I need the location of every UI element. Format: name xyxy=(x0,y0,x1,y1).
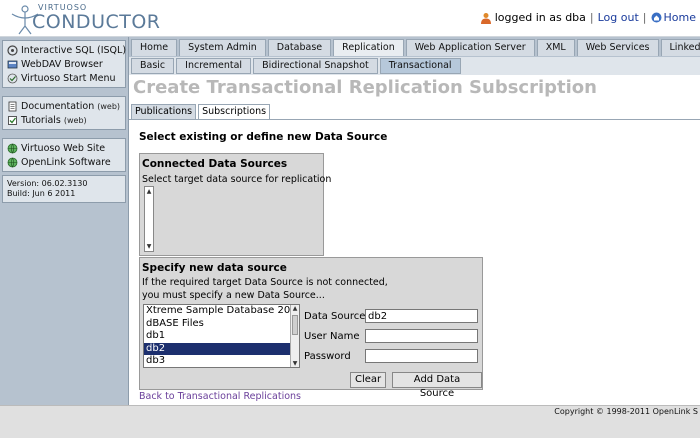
tab-system-admin[interactable]: System Admin xyxy=(179,39,266,56)
isql-icon xyxy=(7,44,18,56)
version-text: Version: 06.02.3130 xyxy=(7,179,88,188)
page-title: Create Transactional Replication Subscri… xyxy=(133,77,597,98)
form-heading: Select existing or define new Data Sourc… xyxy=(139,131,388,143)
sidebar-item-note: (web) xyxy=(63,115,87,125)
header: VIRTUOSO CONDUCTOR logged in as dba | Lo… xyxy=(0,0,700,37)
tab-publications[interactable]: Publications xyxy=(131,104,197,119)
clear-button[interactable]: Clear xyxy=(350,372,387,388)
sidebar: Interactive SQL (ISQL) WebDAV Browser Vi… xyxy=(0,37,129,405)
main-content: Home System Admin Database Replication W… xyxy=(129,37,700,405)
main-tabs: Home System Admin Database Replication W… xyxy=(129,37,700,57)
new-datasource-panel: Specify new data source If the required … xyxy=(139,257,483,399)
sidebar-item-label: Documentation xyxy=(21,100,95,112)
replication-subtabs: Basic Incremental Bidirectional Snapshot… xyxy=(129,57,700,75)
tab-subscriptions[interactable]: Subscriptions xyxy=(198,104,271,119)
scroll-up-icon[interactable]: ▲ xyxy=(292,306,298,312)
username-input[interactable] xyxy=(365,329,478,343)
copyright-text: Copyright © 1998-2011 OpenLink S xyxy=(554,407,698,416)
version-info: Version: 06.02.3130 Build: Jun 6 2011 xyxy=(2,175,126,203)
sidebar-item-label: Interactive SQL (ISQL) xyxy=(21,44,127,56)
tab-web-application-server[interactable]: Web Application Server xyxy=(405,39,535,56)
new-datasource-hint-2: you must specify a new Data Source... xyxy=(142,290,325,301)
separator: | xyxy=(589,11,594,24)
sidebar-item-label: Tutorials xyxy=(21,114,61,126)
list-item[interactable]: Xtreme Sample Database 2003 xyxy=(144,305,299,318)
sidebar-item-isql[interactable]: Interactive SQL (ISQL) xyxy=(3,43,127,57)
sidebar-item-label: OpenLink Software xyxy=(21,156,111,168)
home-icon xyxy=(651,12,662,23)
connected-description: Select target data source for replicatio… xyxy=(142,174,332,185)
list-item[interactable]: dBASE Files xyxy=(144,318,299,331)
scroll-down-icon[interactable]: ▼ xyxy=(146,244,152,250)
separator: | xyxy=(642,11,647,24)
tab-replication[interactable]: Replication xyxy=(333,39,404,56)
documentation-icon xyxy=(8,101,17,111)
logout-link[interactable]: Log out xyxy=(598,11,639,24)
logo-title: CONDUCTOR xyxy=(32,11,161,33)
new-datasource-hint-1: If the required target Data Source is no… xyxy=(142,277,388,288)
password-label: Password xyxy=(304,351,351,362)
footer: Copyright © 1998-2011 OpenLink S xyxy=(0,405,700,438)
connected-datasources-list[interactable]: ▲ ▼ xyxy=(144,186,154,252)
sidebar-item-label: Virtuoso Web Site xyxy=(21,142,106,154)
subtab-incremental[interactable]: Incremental xyxy=(176,58,252,74)
content-divider xyxy=(129,119,700,120)
sidebar-group-docs: Documentation (web) Tutorials (web) xyxy=(2,96,126,130)
page-tabs: Publications Subscriptions xyxy=(131,104,272,119)
add-datasource-button[interactable]: Add Data Source xyxy=(392,372,482,399)
dsn-scrollbar[interactable]: ▲ ▼ xyxy=(290,305,299,367)
start-menu-icon xyxy=(7,73,18,83)
new-datasource-title: Specify new data source xyxy=(142,262,287,274)
datasource-input[interactable] xyxy=(365,309,478,323)
datasource-label: Data Source xyxy=(304,311,366,322)
tab-web-services[interactable]: Web Services xyxy=(576,39,659,56)
sidebar-item-openlink-software[interactable]: OpenLink Software xyxy=(3,155,125,169)
connected-title: Connected Data Sources xyxy=(142,158,288,170)
tab-linked-data[interactable]: Linked Data xyxy=(660,39,700,56)
globe-icon xyxy=(7,143,18,154)
sidebar-item-note: (web) xyxy=(97,101,121,111)
username-label: User Name xyxy=(304,331,360,342)
sidebar-item-label: Virtuoso Start Menu xyxy=(21,72,116,84)
connected-datasources-panel: Connected Data Sources Select target dat… xyxy=(139,153,331,256)
webdav-icon xyxy=(7,60,18,68)
tutorials-icon xyxy=(8,115,17,125)
sidebar-item-virtuoso-website[interactable]: Virtuoso Web Site xyxy=(3,141,125,155)
tab-xml[interactable]: XML xyxy=(536,39,575,56)
home-link[interactable]: Home xyxy=(664,11,696,24)
list-item-selected[interactable]: db2 xyxy=(144,342,299,355)
scroll-down-icon[interactable]: ▼ xyxy=(292,361,298,367)
tab-database[interactable]: Database xyxy=(267,39,332,56)
dsn-listbox[interactable]: Xtreme Sample Database 2003 dBASE Files … xyxy=(143,304,300,368)
globe-icon xyxy=(7,157,18,168)
scroll-up-icon[interactable]: ▲ xyxy=(146,189,152,195)
virtuoso-logo[interactable]: VIRTUOSO CONDUCTOR xyxy=(8,2,178,36)
sidebar-item-webdav[interactable]: WebDAV Browser xyxy=(3,57,125,71)
password-input[interactable] xyxy=(365,349,478,363)
sidebar-item-label: WebDAV Browser xyxy=(21,58,103,70)
logged-in-text: logged in as dba xyxy=(494,11,586,24)
build-text: Build: Jun 6 2011 xyxy=(7,189,76,198)
sidebar-item-documentation[interactable]: Documentation (web) xyxy=(3,99,125,113)
sidebar-group-links: Virtuoso Web Site OpenLink Software xyxy=(2,138,126,172)
list-item[interactable]: db3 xyxy=(144,355,299,367)
tab-home[interactable]: Home xyxy=(131,39,178,56)
user-bar: logged in as dba | Log out | Home xyxy=(480,11,696,24)
back-to-transactional-link[interactable]: Back to Transactional Replications xyxy=(139,391,301,402)
sidebar-item-start-menu[interactable]: Virtuoso Start Menu xyxy=(3,71,125,85)
subtab-transactional[interactable]: Transactional xyxy=(379,58,461,74)
sidebar-group-tools: Interactive SQL (ISQL) WebDAV Browser Vi… xyxy=(2,40,126,88)
list-item[interactable]: db1 xyxy=(144,330,299,343)
subtab-basic[interactable]: Basic xyxy=(131,58,175,74)
scroll-thumb[interactable] xyxy=(292,315,298,335)
subtab-bidirectional-snapshot[interactable]: Bidirectional Snapshot xyxy=(253,58,378,74)
sidebar-item-tutorials[interactable]: Tutorials (web) xyxy=(3,113,125,127)
user-icon xyxy=(480,12,491,24)
